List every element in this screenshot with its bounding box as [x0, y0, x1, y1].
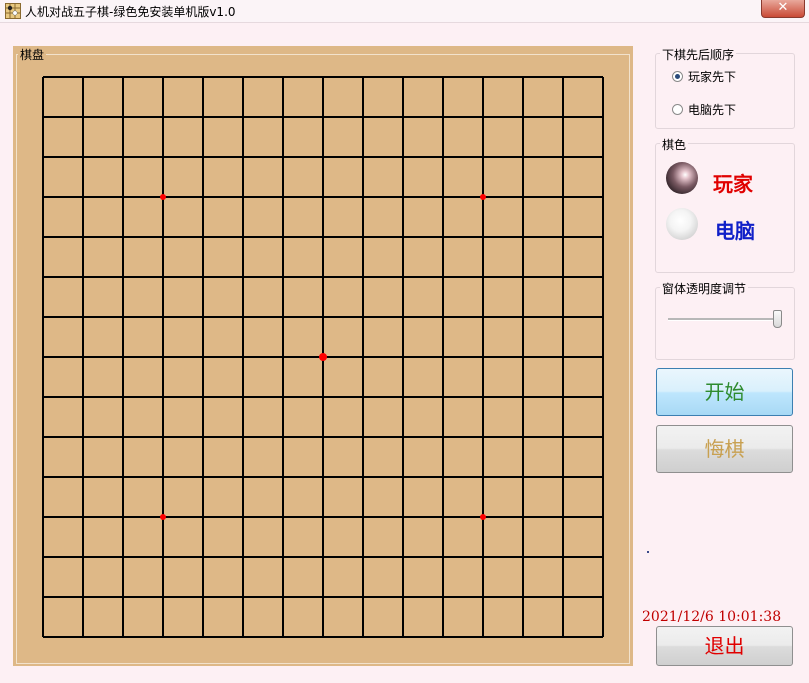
radio-computer-first[interactable]: 电脑先下: [672, 101, 736, 118]
black-stone-icon: [666, 162, 698, 194]
player-color-label: 玩家: [713, 172, 753, 196]
exit-button[interactable]: 退出: [656, 626, 793, 666]
star-point: [480, 194, 486, 200]
star-point: [480, 514, 486, 520]
radio-computer-first-label: 电脑先下: [688, 103, 737, 117]
white-stone-icon: [666, 208, 698, 240]
opacity-slider-track[interactable]: [668, 318, 782, 321]
opacity-groupbox: 窗体透明度调节: [655, 280, 795, 360]
order-groupbox: 下棋先后顺序 玩家先下 电脑先下: [655, 46, 795, 129]
order-group-label: 下棋先后顺序: [660, 46, 737, 63]
radio-player-first[interactable]: 玩家先下: [672, 68, 736, 85]
star-point: [160, 514, 166, 520]
board-group: 棋盘: [13, 46, 633, 666]
undo-button[interactable]: 悔棋: [656, 425, 793, 473]
stray-dot: [647, 551, 649, 553]
radio-icon-checked: [672, 71, 683, 82]
clock-label: 2021/12/6 10:01:38: [642, 609, 782, 625]
close-icon: ✕: [777, 0, 789, 15]
close-button[interactable]: ✕: [761, 0, 805, 18]
color-group-label: 棋色: [660, 136, 689, 153]
window-title: 人机对战五子棋-绿色免安装单机版v1.0: [25, 5, 236, 19]
start-button[interactable]: 开始: [656, 368, 793, 416]
opacity-group-label: 窗体透明度调节: [660, 280, 749, 297]
radio-player-first-label: 玩家先下: [688, 70, 737, 84]
star-point: [160, 194, 166, 200]
star-point: [319, 353, 327, 361]
app-icon: [5, 3, 21, 19]
opacity-slider-thumb[interactable]: [773, 310, 782, 328]
title-bar: 人机对战五子棋-绿色免安装单机版v1.0 ✕: [0, 0, 809, 23]
computer-color-label: 电脑: [715, 219, 755, 243]
gomoku-board[interactable]: [13, 46, 633, 666]
color-groupbox: 棋色 玩家 电脑: [655, 136, 795, 273]
radio-icon-unchecked: [672, 104, 683, 115]
